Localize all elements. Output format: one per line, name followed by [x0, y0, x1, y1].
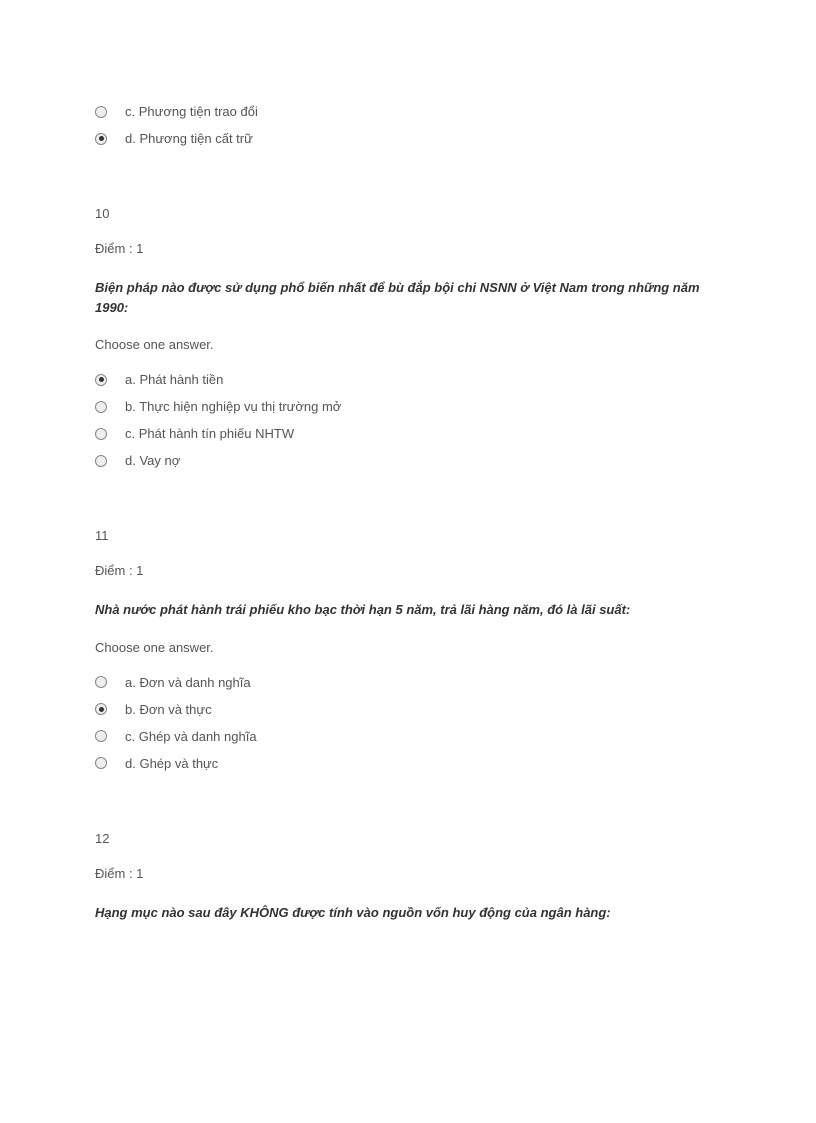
option-row: c. Ghép và danh nghĩa [95, 729, 721, 744]
option-label: a. Phát hành tiền [125, 372, 223, 387]
question-text: Biện pháp nào được sử dụng phổ biến nhất… [95, 278, 721, 317]
option-label: d. Phương tiện cất trữ [125, 131, 253, 146]
radio-option-a[interactable] [95, 676, 107, 688]
question-10: 10 Điểm : 1 Biện pháp nào được sử dụng p… [95, 206, 721, 468]
question-number: 12 [95, 831, 721, 846]
question-number: 10 [95, 206, 721, 221]
radio-option-a[interactable] [95, 374, 107, 386]
option-row: d. Phương tiện cất trữ [95, 131, 721, 146]
option-label: d. Ghép và thực [125, 756, 218, 771]
radio-option-b[interactable] [95, 703, 107, 715]
question-options: a. Phát hành tiền b. Thực hiện nghiệp vụ… [95, 372, 721, 468]
radio-option-c[interactable] [95, 428, 107, 440]
choose-instruction: Choose one answer. [95, 640, 721, 655]
question-text: Hạng mục nào sau đây KHÔNG được tính vào… [95, 903, 721, 923]
option-row: b. Đơn và thực [95, 702, 721, 717]
radio-option-d[interactable] [95, 455, 107, 467]
option-label: c. Phát hành tín phiếu NHTW [125, 426, 294, 441]
radio-option-b[interactable] [95, 401, 107, 413]
question-text: Nhà nước phát hành trái phiếu kho bạc th… [95, 600, 721, 620]
option-label: b. Thực hiện nghiệp vụ thị trường mở [125, 399, 341, 414]
partial-question-options: c. Phương tiện trao đổi d. Phương tiện c… [95, 104, 721, 146]
option-row: b. Thực hiện nghiệp vụ thị trường mở [95, 399, 721, 414]
question-points: Điểm : 1 [95, 563, 721, 578]
question-points: Điểm : 1 [95, 241, 721, 256]
radio-option-d[interactable] [95, 757, 107, 769]
radio-option-c[interactable] [95, 730, 107, 742]
option-label: d. Vay nợ [125, 453, 180, 468]
option-row: a. Phát hành tiền [95, 372, 721, 387]
option-row: a. Đơn và danh nghĩa [95, 675, 721, 690]
question-12: 12 Điểm : 1 Hạng mục nào sau đây KHÔNG đ… [95, 831, 721, 923]
question-points: Điểm : 1 [95, 866, 721, 881]
question-number: 11 [95, 528, 721, 543]
option-label: a. Đơn và danh nghĩa [125, 675, 251, 690]
option-label: c. Ghép và danh nghĩa [125, 729, 257, 744]
option-label: c. Phương tiện trao đổi [125, 104, 258, 119]
option-row: c. Phát hành tín phiếu NHTW [95, 426, 721, 441]
choose-instruction: Choose one answer. [95, 337, 721, 352]
option-row: d. Ghép và thực [95, 756, 721, 771]
option-row: d. Vay nợ [95, 453, 721, 468]
option-row: c. Phương tiện trao đổi [95, 104, 721, 119]
question-11: 11 Điểm : 1 Nhà nước phát hành trái phiế… [95, 528, 721, 771]
radio-option-d[interactable] [95, 133, 107, 145]
option-label: b. Đơn và thực [125, 702, 212, 717]
radio-option-c[interactable] [95, 106, 107, 118]
question-options: a. Đơn và danh nghĩa b. Đơn và thực c. G… [95, 675, 721, 771]
